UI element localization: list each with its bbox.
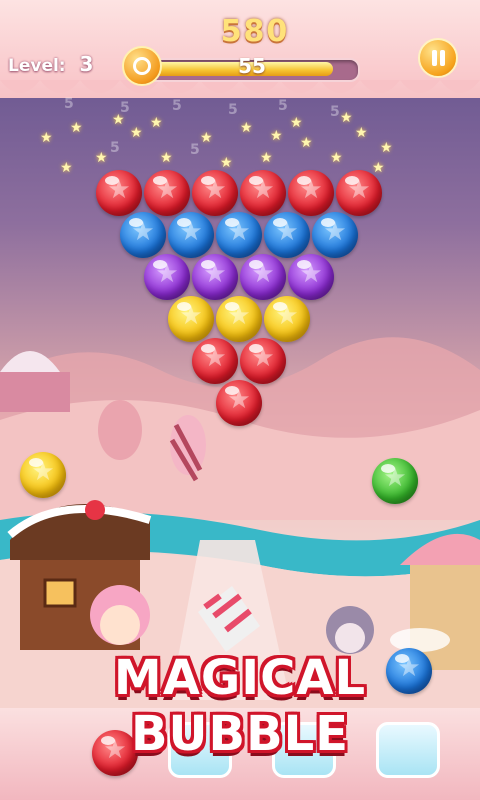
bubble-purple[interactable] xyxy=(144,254,190,300)
star-sparkle-icon: ★ xyxy=(330,150,343,166)
bubble-blue[interactable] xyxy=(312,212,358,258)
bubble-yellow[interactable] xyxy=(264,296,310,342)
game-title-banner: MAGICAL BUBBLE xyxy=(113,650,367,762)
pause-button[interactable] xyxy=(418,38,458,78)
star-sparkle-icon: ★ xyxy=(260,150,273,166)
alarm-clock-icon xyxy=(122,46,162,86)
bubble-red[interactable] xyxy=(144,170,190,216)
bubble-red[interactable] xyxy=(240,338,286,384)
floating-score-number: 5 xyxy=(64,96,74,112)
timer-value: 55 xyxy=(238,54,266,78)
bubble-red[interactable] xyxy=(288,170,334,216)
star-sparkle-icon: ★ xyxy=(40,130,53,146)
bubble-blue[interactable] xyxy=(168,212,214,258)
bubble-purple[interactable] xyxy=(288,254,334,300)
bubble-blue[interactable] xyxy=(264,212,310,258)
star-sparkle-icon: ★ xyxy=(150,115,163,131)
floating-score-number: 5 xyxy=(172,98,182,114)
bubble-red[interactable] xyxy=(240,170,286,216)
bubble-yellow[interactable] xyxy=(216,296,262,342)
bubble-purple[interactable] xyxy=(192,254,238,300)
side-bubble-right[interactable] xyxy=(372,458,418,504)
star-sparkle-icon: ★ xyxy=(70,120,83,136)
timer-bar: 55 xyxy=(122,46,360,86)
floating-score-number: 5 xyxy=(278,98,288,114)
bubble-blue[interactable] xyxy=(120,212,166,258)
floating-score-number: 5 xyxy=(190,142,200,158)
bubble-blue[interactable] xyxy=(216,212,262,258)
star-sparkle-icon: ★ xyxy=(112,112,125,128)
star-sparkle-icon: ★ xyxy=(340,110,353,126)
star-sparkle-icon: ★ xyxy=(300,135,313,151)
side-bubble-left[interactable] xyxy=(20,452,66,498)
bubble-red[interactable] xyxy=(336,170,382,216)
bubble-purple[interactable] xyxy=(240,254,286,300)
star-sparkle-icon: ★ xyxy=(220,155,233,171)
game-scene[interactable]: Level: 3 580 55 55555555 ★ ★ ★ ★ ★ ★ ★ ★ ★ ★ ★ ★ ★ ★ ★… xyxy=(0,0,480,800)
bubble-yellow[interactable] xyxy=(168,296,214,342)
level-value: 3 xyxy=(79,52,94,76)
bubble-red[interactable] xyxy=(192,170,238,216)
bubble-red[interactable] xyxy=(192,338,238,384)
star-sparkle-icon: ★ xyxy=(270,128,283,144)
star-sparkle-icon: ★ xyxy=(240,120,253,136)
level-indicator: Level: 3 xyxy=(8,52,93,76)
bubble-red[interactable] xyxy=(216,380,262,426)
level-label: Level: xyxy=(8,56,66,76)
star-sparkle-icon: ★ xyxy=(372,160,385,176)
star-sparkle-icon: ★ xyxy=(130,125,143,141)
star-sparkle-icon: ★ xyxy=(160,150,173,166)
star-sparkle-icon: ★ xyxy=(355,125,368,141)
floating-score-number: 5 xyxy=(330,104,340,120)
floating-score-number: 5 xyxy=(228,102,238,118)
star-sparkle-icon: ★ xyxy=(95,150,108,166)
star-sparkle-icon: ★ xyxy=(200,130,213,146)
bubble-red[interactable] xyxy=(96,170,142,216)
score-display: 580 xyxy=(220,14,290,49)
star-sparkle-icon: ★ xyxy=(380,140,393,156)
floating-score-number: 5 xyxy=(110,140,120,156)
star-sparkle-icon: ★ xyxy=(290,115,303,131)
star-sparkle-icon: ★ xyxy=(60,160,73,176)
